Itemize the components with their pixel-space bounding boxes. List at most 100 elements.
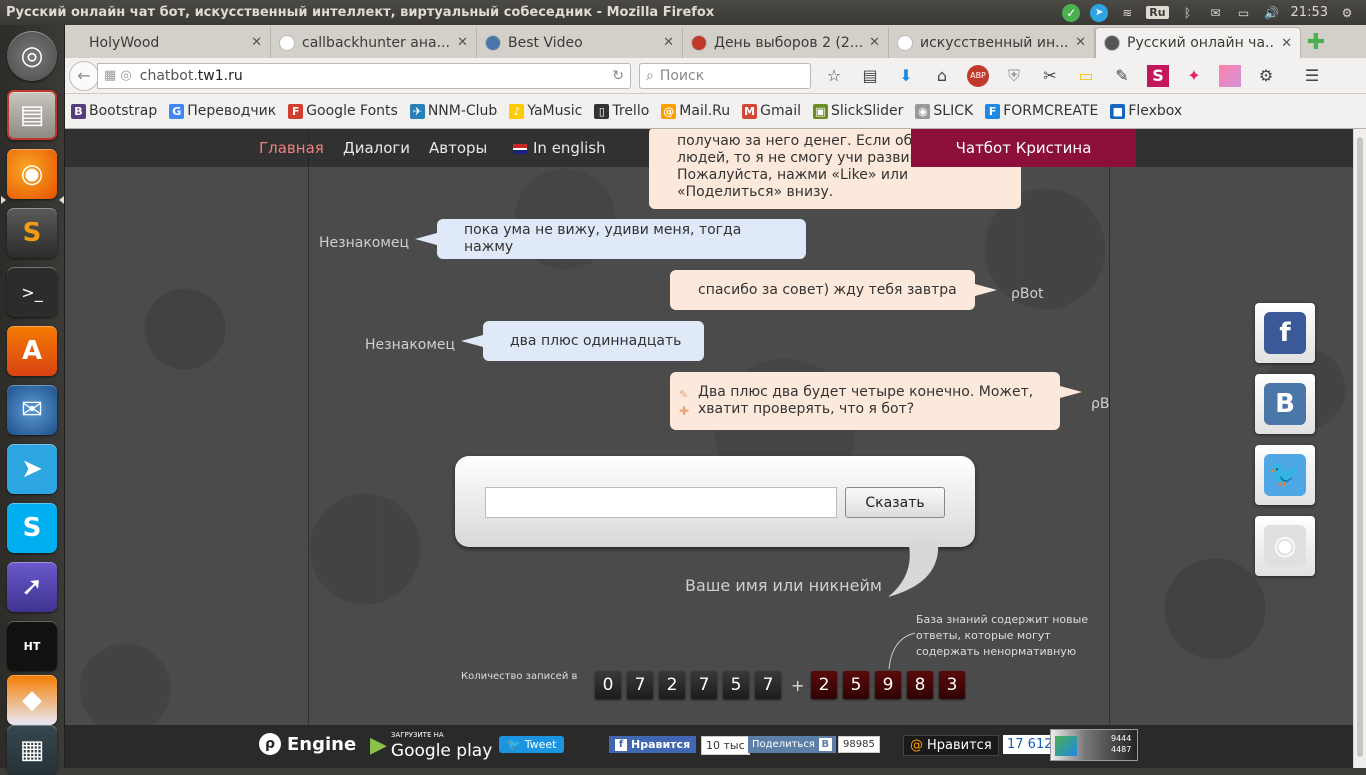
- bookmark-item[interactable]: F FORMCREATE: [985, 103, 1098, 119]
- firefox-icon[interactable]: ◉: [7, 149, 57, 199]
- bookmark-item[interactable]: ✈ NNM-Club: [409, 103, 497, 119]
- say-button[interactable]: Сказать: [845, 487, 945, 518]
- slick-icon: ◉: [915, 103, 931, 119]
- chrome-webstore-share-button[interactable]: ◉: [1255, 516, 1315, 576]
- ruler-icon[interactable]: ▭: [1075, 65, 1097, 87]
- browser-tab[interactable]: Best Video ✕: [477, 27, 683, 58]
- shield-icon[interactable]: ⛨: [1003, 65, 1025, 87]
- vkontakte-share-button[interactable]: B: [1255, 374, 1315, 434]
- bookmark-item[interactable]: ■ Flexbox: [1110, 103, 1182, 119]
- tweet-button[interactable]: 🐦 Tweet: [499, 736, 565, 753]
- vlc-like-icon[interactable]: ◆: [7, 675, 57, 725]
- power-gear-icon[interactable]: ⚙: [1338, 4, 1356, 22]
- column-divider: [308, 129, 309, 729]
- eyedropper-icon[interactable]: ✎: [1111, 65, 1133, 87]
- note-connector-line: [888, 632, 916, 670]
- vk-share-button[interactable]: Поделиться B: [748, 736, 836, 753]
- bookmark-item[interactable]: ♪ YaMusic: [509, 103, 582, 119]
- screenshot-tool-icon[interactable]: ➚: [7, 562, 57, 612]
- menu-icon[interactable]: ☰: [1301, 65, 1323, 87]
- tab-close-icon[interactable]: ✕: [869, 35, 880, 50]
- s-extension-icon[interactable]: S: [1147, 64, 1169, 87]
- tab-close-icon[interactable]: ✕: [663, 35, 674, 50]
- reload-icon[interactable]: ↻: [612, 68, 624, 84]
- adblock-icon[interactable]: ABP: [967, 64, 989, 87]
- tab-close-icon[interactable]: ✕: [251, 35, 262, 50]
- checkmark-status-icon[interactable]: ✓: [1062, 3, 1081, 22]
- terminal-icon[interactable]: >_: [7, 267, 57, 317]
- twitter-share-button[interactable]: 🐦: [1255, 445, 1315, 505]
- active-indicator-icon: [59, 196, 64, 204]
- mail-icon[interactable]: ✉: [1207, 4, 1225, 22]
- message-input[interactable]: [485, 487, 837, 518]
- nickname-hint[interactable]: Ваше имя или никнейм: [685, 576, 882, 595]
- battery-icon[interactable]: ▭: [1235, 4, 1253, 22]
- browser-tab[interactable]: Русский онлайн ча... ✕: [1095, 27, 1301, 58]
- bookmark-item[interactable]: ▯ Trello: [594, 103, 649, 119]
- bookmark-label: Trello: [612, 103, 650, 119]
- reading-list-icon[interactable]: ▤: [859, 65, 881, 87]
- tab-close-icon[interactable]: ✕: [1281, 36, 1292, 51]
- fb-like-button[interactable]: f Нравится: [609, 736, 697, 753]
- addon-gear-icon[interactable]: ⚙: [1255, 65, 1277, 87]
- keyboard-layout-indicator[interactable]: Ru: [1146, 6, 1169, 19]
- volume-icon[interactable]: 🔊: [1263, 4, 1281, 22]
- page-scrollbar[interactable]: [1353, 129, 1366, 768]
- bookmark-item[interactable]: @ Mail.Ru: [661, 103, 730, 119]
- bookmark-item[interactable]: ▣ SlickSlider: [813, 103, 903, 119]
- scrollbar-thumb[interactable]: [1357, 137, 1363, 757]
- google-play-badge[interactable]: ▶ ЗАГРУЗИТЕ НА Google play: [370, 730, 492, 761]
- nav-authors-link[interactable]: Авторы: [429, 139, 487, 157]
- pencil-icon[interactable]: ✎: [679, 386, 688, 403]
- wifi-icon[interactable]: ≋: [1118, 4, 1136, 22]
- engine-logo[interactable]: ρ Engine: [259, 733, 356, 755]
- browser-tab[interactable]: callbackhunter ана... ✕: [271, 27, 477, 58]
- liveinternet-counter[interactable]: 9444 4487: [1050, 729, 1138, 761]
- bookmark-item[interactable]: G Переводчик: [169, 103, 276, 119]
- nav-english-link[interactable]: In english: [533, 139, 606, 157]
- facebook-share-button[interactable]: f: [1255, 303, 1315, 363]
- search-field[interactable]: ⌕ Поиск: [639, 62, 811, 89]
- clock[interactable]: 21:53: [1291, 5, 1328, 20]
- identity-icon[interactable]: ▦ ◎: [104, 68, 132, 83]
- puzzle-icon[interactable]: ✦: [1183, 65, 1205, 87]
- bookmark-item[interactable]: B Bootstrap: [71, 103, 157, 119]
- bookmark-label: Bootstrap: [89, 103, 158, 119]
- new-tab-icon[interactable]: ✚: [1301, 27, 1331, 58]
- url-bar[interactable]: ▦ ◎ chatbot. tw1.ru ↻: [97, 62, 631, 89]
- bookmark-item[interactable]: F Google Fonts: [288, 103, 398, 119]
- files-icon[interactable]: ▤: [7, 90, 57, 140]
- nav-dialogs-link[interactable]: Диалоги: [343, 139, 410, 157]
- browser-tab[interactable]: День выборов 2 (2... ✕: [683, 27, 889, 58]
- chatbot-kristina-button[interactable]: Чатбот Кристина: [911, 129, 1136, 167]
- page-footer: ρ Engine ▶ ЗАГРУЗИТЕ НА Google play 🐦 Tw…: [65, 725, 1353, 768]
- url-host: tw1.ru: [197, 67, 243, 84]
- bluetooth-icon[interactable]: ᛒ: [1179, 4, 1197, 22]
- mailru-like-button[interactable]: @ Нравится: [903, 735, 999, 756]
- downloads-icon[interactable]: ⬇: [895, 65, 917, 87]
- extension-icon[interactable]: ✂: [1039, 65, 1061, 87]
- home-icon[interactable]: ⌂: [931, 65, 953, 87]
- thunderbird-icon[interactable]: ✉: [7, 385, 57, 435]
- telegram-icon[interactable]: ➤: [7, 444, 57, 494]
- sublime-text-icon[interactable]: S: [7, 208, 57, 258]
- plus-icon[interactable]: ✚: [679, 403, 689, 420]
- color-picker-icon[interactable]: [1219, 64, 1241, 87]
- tab-label: callbackhunter ана...: [302, 34, 450, 51]
- counter-digit: 2: [659, 671, 685, 699]
- browser-tab[interactable]: искусственный ин... ✕: [889, 27, 1095, 58]
- ubuntu-dash-icon[interactable]: ◎: [7, 31, 57, 81]
- nav-home-link[interactable]: Главная: [259, 139, 324, 157]
- httrack-icon[interactable]: HT: [7, 621, 57, 671]
- bookmark-item[interactable]: ◉ SLICK: [915, 103, 973, 119]
- tab-close-icon[interactable]: ✕: [457, 35, 468, 50]
- telegram-tray-icon[interactable]: ➤: [1090, 3, 1109, 22]
- tab-close-icon[interactable]: ✕: [1075, 35, 1086, 50]
- bookmark-star-icon[interactable]: ☆: [823, 65, 845, 87]
- bookmark-item[interactable]: M Gmail: [742, 103, 801, 119]
- back-button[interactable]: ←: [69, 60, 99, 91]
- skype-icon[interactable]: S: [7, 503, 57, 553]
- user-speaker-name: Незнакомец: [365, 337, 456, 353]
- software-center-icon[interactable]: A: [7, 326, 57, 376]
- browser-tab[interactable]: HolyWood ✕: [65, 27, 271, 58]
